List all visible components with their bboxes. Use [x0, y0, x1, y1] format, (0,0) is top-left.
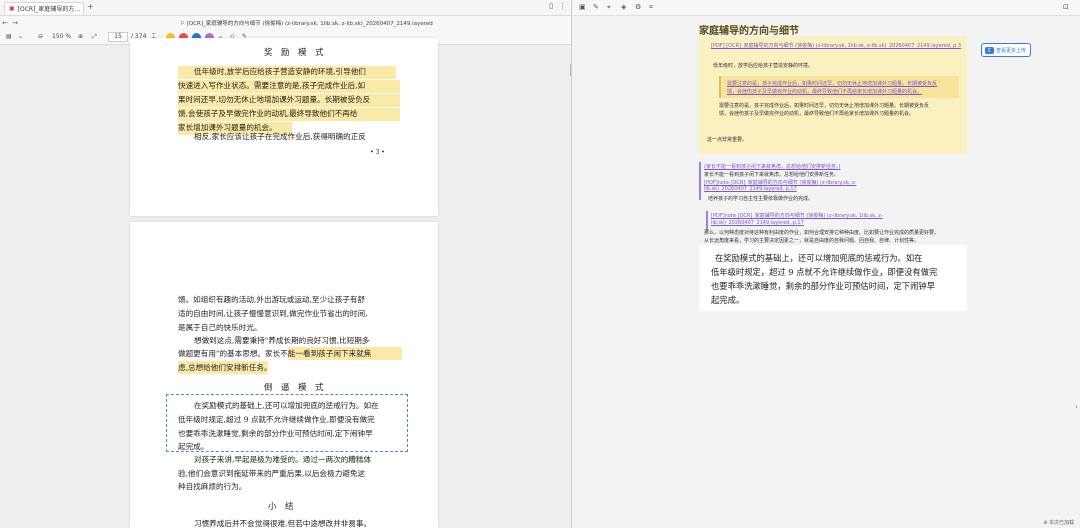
fit-page-icon[interactable]: ⤢ [92, 33, 97, 41]
brush-icon[interactable]: ✎ [593, 3, 599, 11]
page-number: • 3 • [370, 149, 385, 156]
note-text: 从长远角度来看，学习的主要决定因素之一，就是自由度的自我问题、回自我、自律、计划… [704, 238, 920, 244]
scrollbar[interactable] [570, 64, 571, 76]
pdf-page: 奖 励 模 式 低年级时,放学后应给孩子营造安静的环境,引导他们 快速进入写作业… [130, 38, 438, 216]
pdf-viewer-pane: ▣ [OCR]_家庭辅导的方... ✕ + ▯ ⋮ ← → ⚐ [OCR]_家庭… [0, 0, 572, 528]
status-footer: ⊕ 本次已加载 [1043, 520, 1074, 526]
note-text: 培养孩子的学习自主性主要依靠做作业的完成。 [708, 196, 814, 202]
quote-line[interactable]: 馈，会挫伤孩子及早做完作业的动机，最终导致他们不再给家长增加课外习题量的机会。 [727, 88, 922, 95]
text-line[interactable]: 种自找麻烦的行为。 [178, 480, 246, 494]
section-heading: 奖 励 模 式 [264, 47, 327, 57]
pasted-line[interactable]: 起完成。 [711, 294, 744, 308]
notes-title: 家庭辅导的方向与细节 [699, 26, 799, 37]
window-icons: ▯ ⋮ [549, 2, 566, 10]
close-icon[interactable]: ⊡ [1063, 3, 1069, 11]
note-link[interactable]: (家长不能一看到孩子闲下来就焦虑，总想给他们安排新任务。) [704, 163, 840, 170]
upload-button-label: 查看更多上传 [996, 47, 1027, 54]
pasted-line[interactable]: 也要乖乖洗漱睡觉，剩余的部分作业可预估时间，定下闹钟早 [711, 280, 935, 294]
document-title: ⚐ [OCR]_家庭辅导的方向与细节 (徐俊梅) (z-library.sk, … [180, 21, 433, 27]
section-heading: 小 结 [268, 501, 297, 511]
highlight-annotation-card: [PDF] [OCR]_家庭辅导的方向与细节 (徐俊梅) (z-library.… [699, 36, 967, 154]
text-line[interactable]: 适的自由时间,让孩子慢慢意识到,做完作业节省出的时间, [178, 307, 368, 321]
page-number-input[interactable]: 15 [108, 32, 128, 42]
back-arrow-icon[interactable]: ← [0, 19, 10, 27]
pasted-text-block: 在奖励模式的基础上，还可以增加兜底的惩戒行为。如在 低年级时规定，超过 9 点就… [699, 245, 967, 311]
pasted-line[interactable]: 低年级时规定，超过 9 点就不允许继续做作业，即便没有做完 [711, 266, 937, 280]
upload-icon: ⇪ [985, 46, 995, 54]
zoom-out-icon[interactable]: ⊖ [38, 33, 43, 40]
app-window: ▣ [OCR]_家庭辅导的方... ✕ + ▯ ⋮ ← → ⚐ [OCR]_家庭… [0, 0, 1080, 528]
tag-icon[interactable]: ◈ [621, 3, 626, 11]
document-tab[interactable]: ▣ [OCR]_家庭辅导的方... ✕ [4, 2, 84, 14]
note-indent-bar [706, 211, 708, 231]
pdf-file-icon: ▣ [9, 5, 15, 12]
note-text: 那么，以何种态度对待这种有利由度的作业，如何合理安排它种种由度。比如要让作业完成… [704, 230, 940, 236]
text-line[interactable]: 相反,家长应该让孩子在完成作业后,获得明确的正反 [194, 130, 366, 144]
upload-button[interactable]: ⇪ 查看更多上传 [981, 43, 1031, 57]
navigation-bar: ← → ⚐ [OCR]_家庭辅导的方向与细节 (徐俊梅) (z-library.… [0, 16, 571, 30]
selected-line[interactable]: 低年级时规定,超过 9 点就不允许继续做作业,即便没有做完 [178, 413, 375, 427]
settings-icon[interactable]: ⚙ [635, 3, 641, 11]
tab-title: [OCR]_家庭辅导的方... [17, 6, 81, 13]
close-tab-icon[interactable]: ✕ [83, 5, 84, 12]
source-link[interactable]: [PDF] [OCR]_家庭辅导的方向与细节 (徐俊梅) (z-library.… [711, 42, 961, 49]
forward-arrow-icon[interactable]: → [10, 19, 20, 27]
chevron-right-icon[interactable]: › [1075, 402, 1078, 411]
zoom-level[interactable]: 150 % [52, 33, 71, 40]
selected-line[interactable]: 在奖励模式的基础上,还可以增加兜底的惩戒行为。如在 [194, 399, 379, 413]
text-line[interactable]: 果时间还早,切勿无休止地增加课外习题量。长期被受负反 [178, 93, 370, 107]
quote-text: 需要注意的是，孩子完成作业后，如果时间还早，切勿无休止地增加课外习题量。长期被受… [719, 103, 930, 109]
sidebar-toggle-icon[interactable]: ▯ [549, 2, 553, 10]
text-line[interactable]: 虑,总想给他们安排新任务。 [178, 361, 272, 375]
layout-icon[interactable]: ▤ [6, 33, 12, 40]
more-icon[interactable]: ⋮ [559, 2, 566, 10]
text-line[interactable]: 低年级时,放学后应给孩子营造安静的环境,引导他们 [194, 65, 366, 79]
pasted-line[interactable]: 在奖励模式的基础上，还可以增加兜底的惩戒行为。如在 [715, 252, 922, 266]
lock-icon: ⚐ [180, 21, 187, 27]
quote-text: 低年级时，放学后应给孩子营造安静的环境。 [713, 63, 814, 69]
note-text: 这一点非常重要。 [707, 137, 748, 143]
notes-pane: ▣ ✎ ⌖ ◈ ⚙ ⌗ ⊡ 家庭辅导的方向与细节 [PDF] [OCR]_家庭辅… [573, 0, 1080, 528]
clip-icon[interactable]: ⌖ [607, 3, 611, 12]
source-link[interactable]: lib.sk)_20260407_2149.layered, p.17 [704, 186, 797, 192]
text-line[interactable]: 馈。如组织有趣的活动,外出游玩或运动,至少让孩子有舒 [178, 293, 365, 307]
source-link[interactable]: [PDF]note [OCR]_家庭辅导的方向与细节 (徐俊梅) (z-libr… [704, 179, 856, 186]
text-line[interactable]: 习惯养成后并不会觉得很难,但若中途想改并非易事。 [194, 517, 371, 528]
text-line[interactable]: 快速进入写作业状态。需要注意的是,孩子完成作业后,如 [178, 79, 365, 93]
text-line[interactable]: 馈,会使孩子及早做完作业的动机,最终导致他们不再给 [178, 107, 357, 121]
section-heading: 倒 逼 模 式 [264, 382, 327, 392]
source-link[interactable]: lib.sk)_20260407_2149.layered, p.17 [711, 220, 804, 226]
new-tab-button[interactable]: + [87, 2, 94, 11]
quote-line[interactable]: 需要注意的是，孩子完成作业后，如果时间还早，切勿无休止地增加课外习题量。长期被受… [727, 80, 937, 87]
pdf-page: 馈。如组织有趣的活动,外出游玩或运动,至少让孩子有舒 适的自由时间,让孩子慢慢意… [130, 222, 438, 528]
zoom-in-icon[interactable]: ⊕ [78, 33, 83, 40]
tab-bar: ▣ [OCR]_家庭辅导的方... ✕ + ▯ ⋮ [0, 0, 571, 16]
notes-toolbar: ▣ ✎ ⌖ ◈ ⚙ ⌗ ⊡ [573, 0, 1080, 16]
text-line[interactable]: 做题更有用"的基本思想。家长不能一看到孩子闲下来就焦 [178, 347, 371, 361]
quote-text: 馈，会挫伤孩子及早做完作业的动机，最终导致他们不再给家长增加课外习题量的机会。 [719, 111, 915, 117]
text-line[interactable]: 对孩子来讲,早起是极为难受的。通过一两次的糟糕体 [194, 453, 371, 467]
quoted-block: 需要注意的是，孩子完成作业后，如果时间还早，切勿无休止地增加课外习题量。长期被受… [719, 76, 959, 98]
document-icon[interactable]: ▣ [579, 3, 586, 11]
note-indent-bar [699, 162, 701, 200]
link-icon[interactable]: ⌗ [649, 3, 653, 12]
source-link[interactable]: [PDF]note [OCR]_家庭辅导的方向与细节 (徐俊梅) (z-libr… [711, 212, 883, 219]
view-dropdown-icon[interactable]: ⌄ [18, 33, 23, 40]
note-text: 家长不能一看到孩子闲下来就焦虑，总想给他们安排新任务。 [704, 172, 840, 178]
